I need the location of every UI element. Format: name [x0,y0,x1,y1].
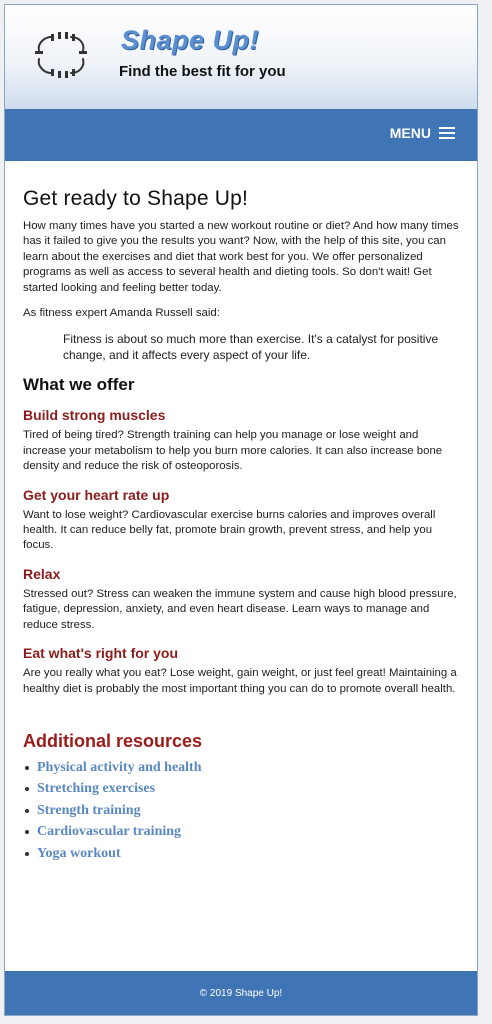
menu-label: MENU [389,125,431,141]
copyright-text: © 2019 Shape Up! [199,987,283,999]
resources-list: Physical activity and health Stretching … [23,760,459,862]
section-title-muscles: Build strong muscles [23,407,166,424]
page-frame: Shape Up! Find the best fit for you MENU… [4,4,478,1016]
list-item: Yoga workout [25,846,459,862]
section-title-relax: Relax [23,565,61,582]
section-body-relax: Stressed out? Stress can weaken the immu… [23,587,457,631]
list-item: Cardiovascular training [25,824,459,840]
list-item: Physical activity and health [25,760,459,776]
resources-heading: Additional resources [23,730,203,751]
section-body-heart: Want to lose weight? Cardiovascular exer… [23,508,436,552]
resource-link-cardio[interactable]: Cardiovascular training [37,824,181,839]
resource-link-strength[interactable]: Strength training [37,803,141,818]
section-title-eat: Eat what's right for you [23,645,179,662]
nav-bar: MENU [5,109,477,161]
hamburger-icon [439,127,455,139]
intro-paragraph: How many times have you started a new wo… [23,220,459,294]
site-footer: © 2019 Shape Up! [5,971,477,1015]
list-item: Strength training [25,803,459,819]
resource-link-yoga[interactable]: Yoga workout [37,846,121,861]
list-item: Stretching exercises [25,781,459,797]
menu-button[interactable]: MENU [390,125,455,141]
quote-intro: As fitness expert Amanda Russell said: [23,307,220,320]
fitness-quote: Fitness is about so much more than exerc… [63,332,439,363]
page-title: Get ready to Shape Up! [23,187,249,210]
site-brand[interactable]: Shape Up! [121,25,259,56]
resource-link-physical-activity[interactable]: Physical activity and health [37,760,202,775]
site-tagline: Find the best fit for you [119,63,286,80]
main-content: Get ready to Shape Up! How many times ha… [5,187,477,861]
offer-heading: What we offer [23,375,135,395]
site-header: Shape Up! Find the best fit for you [5,5,477,109]
resource-link-stretching[interactable]: Stretching exercises [37,781,155,796]
section-body-muscles: Tired of being tired? Strength training … [23,429,443,473]
section-title-heart: Get your heart rate up [23,486,170,503]
dumbbell-ring-icon [35,32,87,78]
section-body-eat: Are you really what you eat? Lose weight… [23,667,457,695]
